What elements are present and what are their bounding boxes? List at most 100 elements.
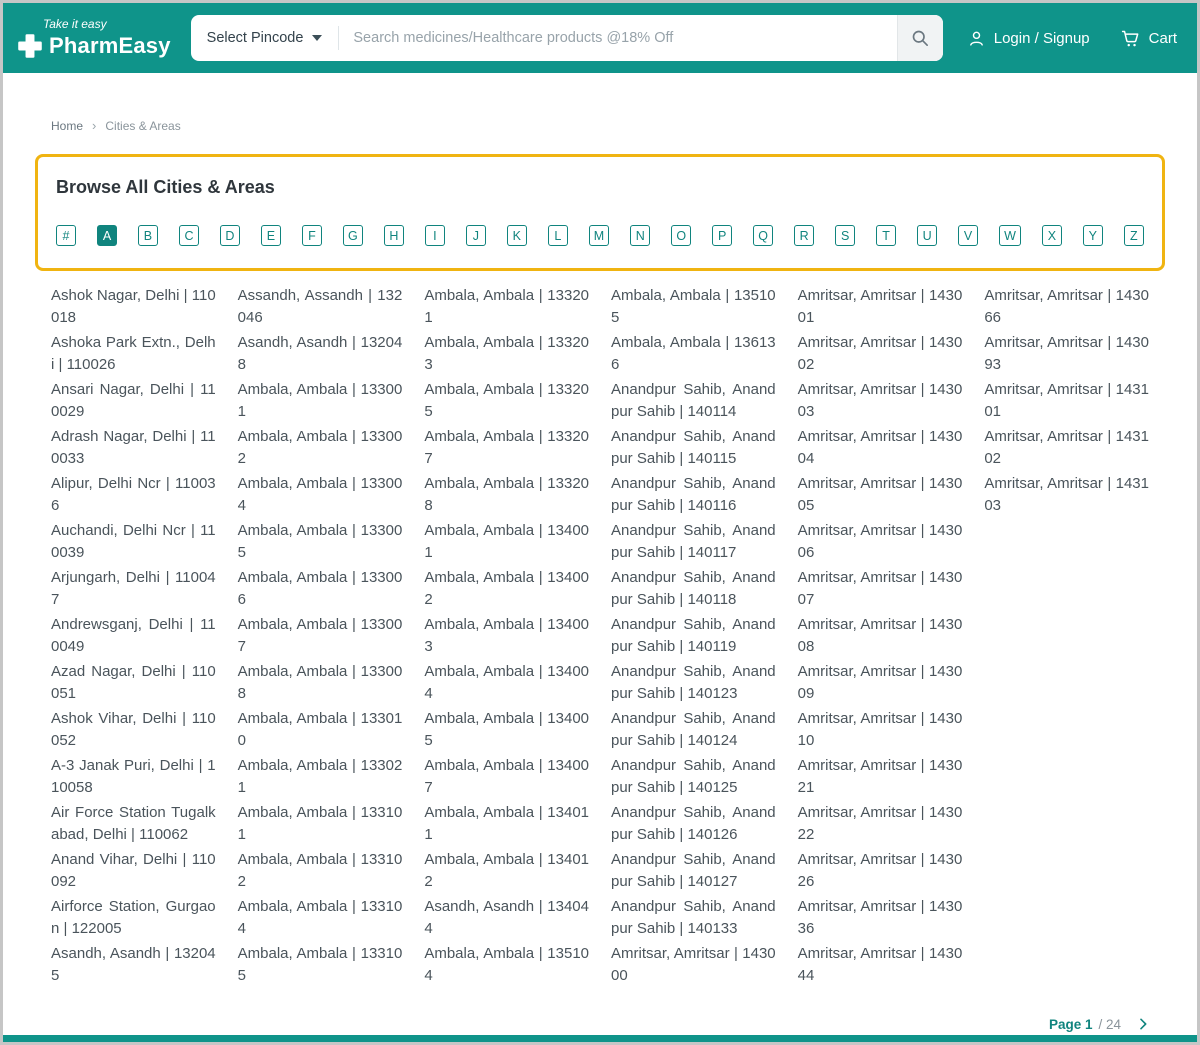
letter-filter-t[interactable]: T [876,225,897,246]
search-button[interactable] [896,15,943,61]
city-area-link[interactable]: Ambala, Ambala | 134011 [424,802,589,845]
city-area-link[interactable]: Alipur, Delhi Ncr | 110036 [51,473,216,516]
city-area-link[interactable]: Ambala, Ambala | 134012 [424,849,589,892]
city-area-link[interactable]: Amritsar, Amritsar | 143022 [798,802,963,845]
city-area-link[interactable]: Amritsar, Amritsar | 143021 [798,755,963,798]
letter-filter-y[interactable]: Y [1082,225,1103,246]
city-area-link[interactable]: Ambala, Ambala | 133008 [238,661,403,704]
city-area-link[interactable]: Anandpur Sahib, Anandpur Sahib | 140115 [611,426,776,469]
city-area-link[interactable]: A-3 Janak Puri, Delhi | 110058 [51,755,216,798]
city-area-link[interactable]: Amritsar, Amritsar | 143009 [798,661,963,704]
city-area-link[interactable]: Ambala, Ambala | 133207 [424,426,589,469]
city-area-link[interactable]: Amritsar, Amritsar | 143066 [984,285,1149,328]
letter-filter-n[interactable]: N [630,225,651,246]
city-area-link[interactable]: Anandpur Sahib, Anandpur Sahib | 140126 [611,802,776,845]
city-area-link[interactable]: Ambala, Ambala | 135105 [611,285,776,328]
city-area-link[interactable]: Amritsar, Amritsar | 143005 [798,473,963,516]
letter-filter-g[interactable]: G [342,225,363,246]
city-area-link[interactable]: Amritsar, Amritsar | 143001 [798,285,963,328]
city-area-link[interactable]: Ambala, Ambala | 133101 [238,802,403,845]
city-area-link[interactable]: Air Force Station Tugalkabad, Delhi | 11… [51,802,216,845]
search-input[interactable] [339,15,897,61]
city-area-link[interactable]: Ambala, Ambala | 133006 [238,567,403,610]
city-area-link[interactable]: Ambala, Ambala | 134007 [424,755,589,798]
letter-filter-q[interactable]: Q [753,225,774,246]
city-area-link[interactable]: Amritsar, Amritsar | 143102 [984,426,1149,469]
letter-filter-o[interactable]: O [671,225,692,246]
city-area-link[interactable]: Amritsar, Amritsar | 143010 [798,708,963,751]
city-area-link[interactable]: Arjungarh, Delhi | 110047 [51,567,216,610]
letter-filter-v[interactable]: V [958,225,979,246]
letter-filter-k[interactable]: K [506,225,527,246]
letter-filter-f[interactable]: F [301,225,322,246]
city-area-link[interactable]: Anand Vihar, Delhi | 110092 [51,849,216,892]
city-area-link[interactable]: Amritsar, Amritsar | 143004 [798,426,963,469]
login-signup-button[interactable]: Login / Signup [967,29,1090,48]
city-area-link[interactable]: Amritsar, Amritsar | 143006 [798,520,963,563]
city-area-link[interactable]: Ambala, Ambala | 134003 [424,614,589,657]
city-area-link[interactable]: Ambala, Ambala | 133105 [238,943,403,986]
letter-filter-b[interactable]: B [137,225,158,246]
letter-filter-m[interactable]: M [588,225,610,246]
city-area-link[interactable]: Anandpur Sahib, Anandpur Sahib | 140123 [611,661,776,704]
next-page-button[interactable] [1135,1016,1151,1032]
city-area-link[interactable]: Amritsar, Amritsar | 143000 [611,943,776,986]
city-area-link[interactable]: Ambala, Ambala | 133203 [424,332,589,375]
city-area-link[interactable]: Ambala, Ambala | 133002 [238,426,403,469]
city-area-link[interactable]: Ambala, Ambala | 133104 [238,896,403,939]
letter-filter-x[interactable]: X [1041,225,1062,246]
city-area-link[interactable]: Ashok Nagar, Delhi | 110018 [51,285,216,328]
city-area-link[interactable]: Ambala, Ambala | 134005 [424,708,589,751]
city-area-link[interactable]: Asandh, Asandh | 132045 [51,943,216,986]
city-area-link[interactable]: Ambala, Ambala | 134002 [424,567,589,610]
letter-filter-s[interactable]: S [835,225,856,246]
city-area-link[interactable]: Ambala, Ambala | 133004 [238,473,403,516]
city-area-link[interactable]: Amritsar, Amritsar | 143036 [798,896,963,939]
city-area-link[interactable]: Amritsar, Amritsar | 143093 [984,332,1149,375]
letter-filter-p[interactable]: P [712,225,733,246]
city-area-link[interactable]: Asandh, Asandh | 134044 [424,896,589,939]
letter-filter-e[interactable]: E [260,225,281,246]
city-area-link[interactable]: Ambala, Ambala | 133201 [424,285,589,328]
letter-filter-h[interactable]: H [383,225,404,246]
city-area-link[interactable]: Anandpur Sahib, Anandpur Sahib | 140119 [611,614,776,657]
city-area-link[interactable]: Asandh, Asandh | 132048 [238,332,403,375]
city-area-link[interactable]: Anandpur Sahib, Anandpur Sahib | 140127 [611,849,776,892]
letter-filter-l[interactable]: L [547,225,568,246]
city-area-link[interactable]: Amritsar, Amritsar | 143007 [798,567,963,610]
city-area-link[interactable]: Anandpur Sahib, Anandpur Sahib | 140124 [611,708,776,751]
city-area-link[interactable]: Ashoka Park Extn., Delhi | 110026 [51,332,216,375]
pharmeasy-logo[interactable]: Take it easy PharmEasy [17,17,171,59]
city-area-link[interactable]: Azad Nagar, Delhi | 110051 [51,661,216,704]
cart-button[interactable]: Cart [1120,28,1177,49]
letter-filter-j[interactable]: J [465,225,486,246]
letter-filter-num[interactable]: # [56,225,76,246]
letter-filter-d[interactable]: D [219,225,240,246]
pincode-selector[interactable]: Select Pincode [191,30,339,46]
breadcrumb-home-link[interactable]: Home [51,119,83,133]
city-area-link[interactable]: Adrash Nagar, Delhi | 110033 [51,426,216,469]
letter-filter-z[interactable]: Z [1123,225,1144,246]
city-area-link[interactable]: Anandpur Sahib, Anandpur Sahib | 140114 [611,379,776,422]
city-area-link[interactable]: Amritsar, Amritsar | 143002 [798,332,963,375]
letter-filter-a[interactable]: A [96,225,117,246]
city-area-link[interactable]: Ambala, Ambala | 133205 [424,379,589,422]
city-area-link[interactable]: Anandpur Sahib, Anandpur Sahib | 140118 [611,567,776,610]
city-area-link[interactable]: Amritsar, Amritsar | 143044 [798,943,963,986]
city-area-link[interactable]: Anandpur Sahib, Anandpur Sahib | 140125 [611,755,776,798]
city-area-link[interactable]: Amritsar, Amritsar | 143103 [984,473,1149,516]
city-area-link[interactable]: Ashok Vihar, Delhi | 110052 [51,708,216,751]
city-area-link[interactable]: Ambala, Ambala | 133010 [238,708,403,751]
city-area-link[interactable]: Amritsar, Amritsar | 143026 [798,849,963,892]
letter-filter-w[interactable]: W [999,225,1021,246]
city-area-link[interactable]: Ambala, Ambala | 133001 [238,379,403,422]
city-area-link[interactable]: Ambala, Ambala | 133005 [238,520,403,563]
city-area-link[interactable]: Anandpur Sahib, Anandpur Sahib | 140117 [611,520,776,563]
city-area-link[interactable]: Ambala, Ambala | 134004 [424,661,589,704]
letter-filter-r[interactable]: R [794,225,815,246]
city-area-link[interactable]: Amritsar, Amritsar | 143101 [984,379,1149,422]
city-area-link[interactable]: Ambala, Ambala | 134001 [424,520,589,563]
city-area-link[interactable]: Ambala, Ambala | 133208 [424,473,589,516]
city-area-link[interactable]: Ambala, Ambala | 133102 [238,849,403,892]
letter-filter-i[interactable]: I [424,225,445,246]
